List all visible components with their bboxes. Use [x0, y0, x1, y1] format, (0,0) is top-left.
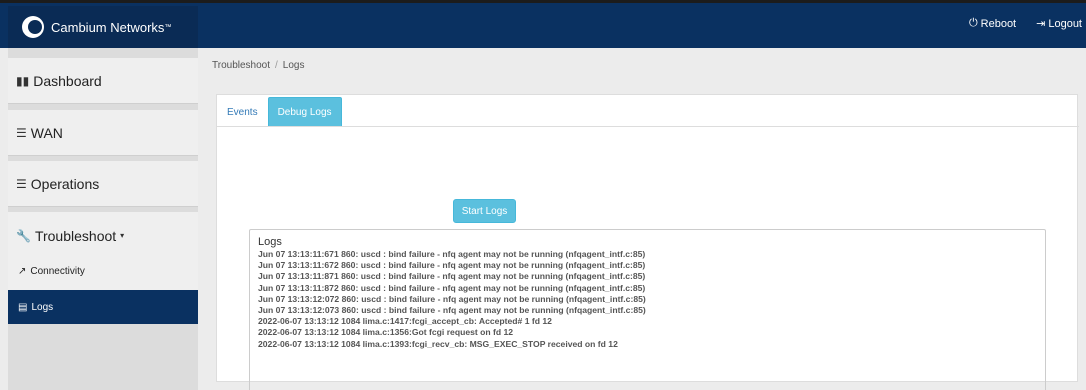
sliders-icon: ☰ [16, 125, 27, 140]
sidebar-subitem-label: Logs [31, 301, 54, 313]
reboot-button[interactable]: ⏻ Reboot [969, 17, 1016, 30]
logout-button[interactable]: ⇥ Logout [1036, 17, 1082, 31]
sidebar-subitem-logs[interactable]: ▤ Logs [8, 290, 198, 324]
sidebar-item-label: Troubleshoot [34, 227, 117, 244]
sidebar-item-label: Operations [30, 175, 100, 192]
tab-debug-logs[interactable]: Debug Logs [267, 97, 342, 127]
sidebar-subitem-connectivity[interactable]: ↗ Connectivity [8, 253, 198, 290]
cambium-logo-icon [22, 16, 44, 38]
caret-down-icon: ▾ [120, 231, 125, 240]
start-logs-button[interactable]: Start Logs [453, 199, 516, 223]
reboot-label: Reboot [980, 17, 1017, 30]
log-line: Jun 07 13:13:11:672 860: uscd : bind fai… [258, 260, 646, 271]
breadcrumb-parent[interactable]: Troubleshoot [212, 60, 270, 71]
brand-name: Cambium Networks [51, 19, 165, 35]
wrench-icon: 🔧 [16, 228, 31, 243]
tab-divider [217, 126, 1079, 127]
main-content: Troubleshoot / Logs Events Debug Logs Star… [198, 48, 1086, 390]
sidebar: ▮▮ Dashboard ☰ WAN ☰ Operations 🔧 Troubl… [0, 48, 198, 390]
log-line: 2022-06-07 13:13:12 1084 lima.c:1393:fcg… [258, 338, 618, 349]
logout-label: Logout [1048, 17, 1082, 30]
sidebar-item-label: WAN [30, 124, 63, 141]
breadcrumb: Troubleshoot / Logs [212, 60, 304, 71]
log-line: Jun 07 13:13:12:073 860: uscd : bind fai… [258, 305, 646, 316]
log-line: 2022-06-07 13:13:12 1084 lima.c:1356:Got… [258, 327, 514, 338]
log-line: Jun 07 13:13:11:871 860: uscd : bind fai… [258, 271, 646, 282]
logout-icon: ⇥ [1036, 18, 1046, 30]
log-line: 2022-06-07 13:13:12 1084 lima.c:1417:fcg… [258, 316, 552, 327]
breadcrumb-separator: / [275, 60, 278, 71]
brand-logo-area[interactable]: Cambium Networks ™ [8, 6, 198, 48]
top-actions: ⏻ Reboot ⇥ Logout [969, 17, 1082, 30]
sliders-icon: ☰ [16, 176, 27, 191]
power-icon: ⏻ [968, 17, 978, 29]
breadcrumb-current: Logs [282, 60, 305, 71]
tab-bar: Events Debug Logs [217, 95, 342, 127]
sidebar-item-wan[interactable]: ☰ WAN [8, 110, 198, 156]
sidebar-item-operations[interactable]: ☰ Operations [8, 161, 198, 207]
logs-panel: Events Debug Logs Start Logs Logs Jun 07… [216, 94, 1079, 390]
log-line: Jun 07 13:13:11:872 860: uscd : bind fai… [258, 282, 646, 293]
log-output[interactable]: Logs Jun 07 13:13:11:671 860: uscd : bin… [249, 229, 1046, 390]
log-line: Jun 07 13:13:12:072 860: uscd : bind fai… [258, 293, 646, 304]
sidebar-subitem-label: Connectivity [30, 266, 85, 277]
sidebar-item-label: Dashboard [33, 72, 102, 89]
external-link-icon: ↗ [18, 266, 27, 277]
brand-trademark: ™ [164, 23, 172, 31]
log-line: Jun 07 13:13:11:671 860: uscd : bind fai… [258, 249, 646, 259]
tab-events[interactable]: Events [217, 97, 268, 127]
sidebar-item-dashboard[interactable]: ▮▮ Dashboard [8, 58, 198, 104]
list-icon: ▤ [18, 301, 28, 313]
top-navbar: Cambium Networks ™ ⏻ Reboot ⇥ Logout [0, 0, 1086, 48]
log-title: Logs [258, 236, 282, 248]
bar-chart-icon: ▮▮ [16, 73, 30, 88]
